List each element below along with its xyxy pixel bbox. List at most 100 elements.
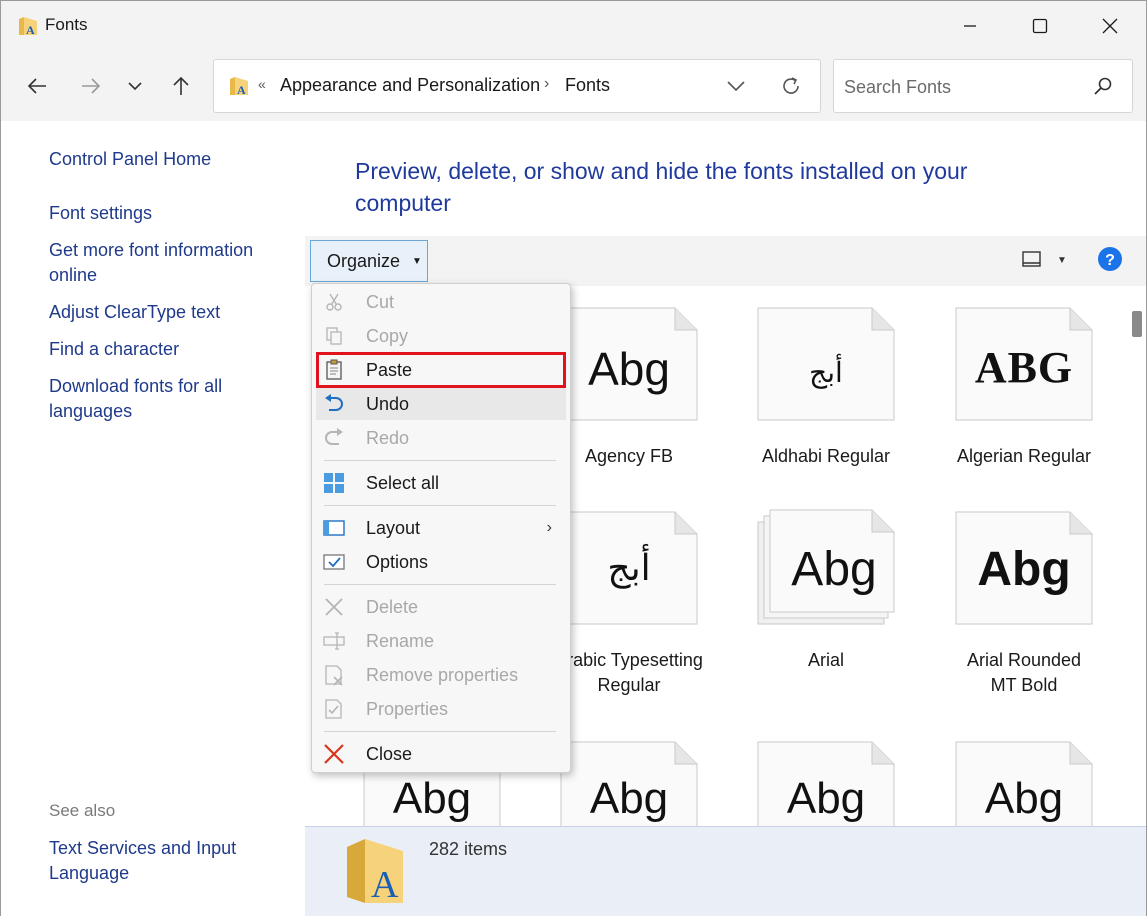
chevron-down-icon bbox=[128, 82, 142, 91]
find-character-link[interactable]: Find a character bbox=[49, 337, 289, 362]
menu-item-delete[interactable]: Delete bbox=[316, 591, 566, 623]
menu-item-undo[interactable]: Undo bbox=[316, 388, 566, 420]
arrow-up-icon bbox=[173, 76, 189, 95]
search-input[interactable] bbox=[844, 75, 1084, 99]
recent-locations-button[interactable] bbox=[117, 69, 153, 103]
submenu-arrow-icon: › bbox=[546, 519, 552, 536]
maximize-icon bbox=[1032, 18, 1048, 34]
font-tile[interactable]: Abg bbox=[728, 738, 924, 826]
close-window-button[interactable] bbox=[1075, 1, 1145, 51]
menu-item-label: Copy bbox=[366, 325, 409, 346]
search-box[interactable] bbox=[833, 59, 1133, 113]
menu-item-remove-properties[interactable]: Remove properties bbox=[316, 659, 566, 691]
menu-item-redo[interactable]: Redo bbox=[316, 422, 566, 454]
menu-item-label: Layout bbox=[366, 517, 421, 538]
menu-item-label: Options bbox=[366, 551, 429, 572]
arrow-left-icon bbox=[27, 78, 46, 94]
font-name: Arial Rounded MT Bold bbox=[966, 650, 1082, 695]
font-tile[interactable]: Abg bbox=[926, 738, 1122, 826]
left-navigation-pane: Control Panel Home Font settings Get mor… bbox=[1, 121, 305, 916]
delete-icon bbox=[322, 595, 346, 619]
remove-properties-icon bbox=[322, 663, 346, 687]
fonts-folder-icon: A bbox=[19, 17, 37, 37]
menu-item-label: Select all bbox=[366, 472, 440, 493]
view-dropdown-icon[interactable]: ▼ bbox=[1057, 255, 1067, 266]
font-preview: Abg bbox=[589, 774, 669, 823]
breadcrumb-separator[interactable]: › bbox=[544, 75, 549, 93]
organize-menu: Cut Copy Paste Undo Redo Select all Layo… bbox=[311, 283, 571, 773]
scissors-icon bbox=[322, 290, 346, 314]
address-dropdown-icon[interactable] bbox=[724, 76, 748, 96]
window-title: Fonts bbox=[45, 15, 88, 34]
menu-item-options[interactable]: Options bbox=[316, 546, 566, 578]
font-tile-algerian[interactable]: ABG Algerian Regular bbox=[926, 304, 1122, 474]
font-tile-arial[interactable]: Abg Arial bbox=[728, 508, 924, 678]
breadcrumb-overflow[interactable]: « bbox=[258, 76, 266, 92]
menu-item-label: Redo bbox=[366, 427, 410, 448]
maximize-button[interactable] bbox=[1005, 1, 1075, 51]
item-count: 282 items bbox=[429, 839, 508, 859]
menu-item-rename[interactable]: Rename bbox=[316, 625, 566, 657]
menu-item-label: Undo bbox=[366, 393, 410, 414]
font-settings-link[interactable]: Font settings bbox=[49, 201, 289, 226]
search-icon[interactable] bbox=[1092, 76, 1114, 98]
close-icon bbox=[322, 742, 346, 766]
address-bar[interactable]: A « Appearance and Personalization › Fon… bbox=[213, 59, 821, 113]
font-name: Arial bbox=[807, 650, 844, 670]
menu-item-layout[interactable]: Layout › bbox=[316, 512, 566, 544]
cleartype-link[interactable]: Adjust ClearType text bbox=[49, 300, 289, 325]
page-heading: Preview, delete, or show and hide the fo… bbox=[355, 158, 968, 216]
font-preview: Abg bbox=[791, 543, 877, 596]
undo-icon bbox=[322, 392, 346, 416]
menu-item-cut[interactable]: Cut bbox=[316, 286, 566, 318]
details-pane: A 282 items bbox=[305, 826, 1146, 916]
text-services-link[interactable]: Text Services and Input Language bbox=[49, 836, 289, 886]
menu-item-label: Delete bbox=[366, 596, 419, 617]
properties-icon bbox=[322, 697, 346, 721]
menu-item-paste[interactable]: Paste bbox=[316, 352, 566, 388]
organize-button[interactable]: Organize ▼ bbox=[310, 240, 428, 282]
help-icon[interactable]: ? bbox=[1097, 246, 1123, 272]
font-name: Algerian Regular bbox=[956, 446, 1092, 466]
refresh-icon[interactable] bbox=[779, 74, 803, 98]
breadcrumb-fonts[interactable]: Fonts bbox=[565, 75, 610, 96]
layout-icon bbox=[322, 516, 346, 540]
menu-item-label: Remove properties bbox=[366, 664, 519, 685]
up-button[interactable] bbox=[163, 69, 199, 103]
back-button[interactable] bbox=[19, 69, 55, 103]
menu-item-close[interactable]: Close bbox=[316, 738, 566, 770]
breadcrumb-appearance[interactable]: Appearance and Personalization bbox=[280, 75, 540, 96]
menu-item-label: Close bbox=[366, 743, 413, 764]
control-panel-home-link[interactable]: Control Panel Home bbox=[49, 147, 289, 172]
svg-text:A: A bbox=[371, 864, 399, 905]
svg-text:?: ? bbox=[1105, 252, 1115, 269]
menu-item-copy[interactable]: Copy bbox=[316, 320, 566, 352]
close-icon bbox=[1102, 18, 1118, 34]
font-preview: Abg bbox=[977, 543, 1071, 596]
download-fonts-link[interactable]: Download fonts for all languages bbox=[49, 374, 289, 424]
menu-separator bbox=[324, 584, 556, 585]
forward-button[interactable] bbox=[73, 69, 109, 103]
rename-icon bbox=[322, 629, 346, 653]
minimize-icon bbox=[964, 25, 976, 27]
font-tile-arial-rounded[interactable]: Abg Arial Rounded MT Bold bbox=[926, 508, 1122, 698]
caret-down-icon: ▼ bbox=[412, 255, 422, 267]
font-tile-aldhabi[interactable]: أبج Aldhabi Regular bbox=[728, 304, 924, 474]
font-preview: أبج bbox=[809, 356, 843, 389]
svg-text:A: A bbox=[26, 23, 35, 37]
font-preview: Abg bbox=[984, 774, 1064, 823]
more-font-info-link[interactable]: Get more font information online bbox=[49, 238, 289, 288]
font-preview: Abg bbox=[588, 343, 670, 395]
font-preview: ABG bbox=[974, 343, 1074, 392]
see-also-label: See also bbox=[49, 801, 116, 820]
view-pane-icon[interactable] bbox=[1021, 250, 1043, 270]
menu-item-label: Paste bbox=[366, 359, 413, 380]
redo-icon bbox=[322, 426, 346, 450]
font-preview: Abg bbox=[786, 774, 866, 823]
vertical-scrollbar-thumb[interactable] bbox=[1132, 311, 1142, 337]
title-bar: A Fonts bbox=[1, 1, 1146, 51]
menu-item-select-all[interactable]: Select all bbox=[316, 467, 566, 499]
menu-item-properties[interactable]: Properties bbox=[316, 693, 566, 725]
arrow-right-icon bbox=[82, 78, 101, 94]
minimize-button[interactable] bbox=[935, 1, 1005, 51]
